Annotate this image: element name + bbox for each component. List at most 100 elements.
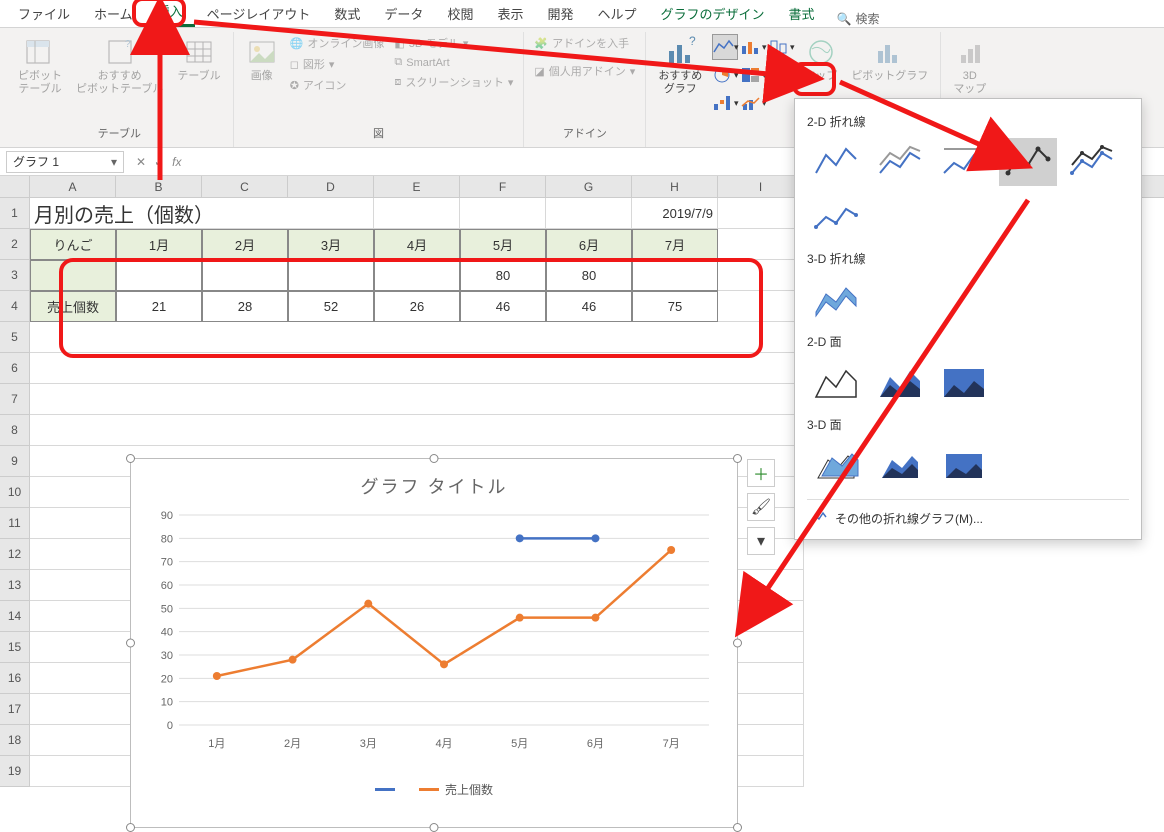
col-header[interactable]: A: [30, 176, 116, 197]
col-header[interactable]: I: [718, 176, 804, 197]
icons-button[interactable]: ✪アイコン: [288, 76, 387, 94]
pivotchart-button[interactable]: ピボットグラフ: [847, 34, 932, 85]
100stacked-line-markers-chart-type[interactable]: [807, 192, 865, 240]
row-header[interactable]: 9: [0, 446, 30, 477]
maps-button[interactable]: マップ: [800, 34, 841, 85]
screenshot-button[interactable]: ⧈スクリーンショット▾: [392, 73, 515, 91]
pivottable-button[interactable]: ピボット テーブル: [14, 34, 66, 98]
cell[interactable]: [30, 384, 804, 415]
cell[interactable]: 7月: [632, 229, 718, 260]
insert-line-chart-button[interactable]: ▾: [712, 34, 738, 60]
cell[interactable]: [718, 229, 804, 260]
cell-date[interactable]: 2019/7/9: [632, 198, 718, 229]
100stacked-line-chart-type[interactable]: [935, 138, 993, 186]
shapes-button[interactable]: ◻図形▾: [288, 55, 387, 73]
row-header[interactable]: 8: [0, 415, 30, 446]
cell[interactable]: 75: [632, 291, 718, 322]
row-header[interactable]: 14: [0, 601, 30, 632]
tab-help[interactable]: ヘルプ: [585, 0, 648, 27]
cell[interactable]: 4月: [374, 229, 460, 260]
insert-column-chart-button[interactable]: ▾: [740, 34, 766, 60]
cell[interactable]: [632, 260, 718, 291]
resize-handle[interactable]: [733, 454, 742, 463]
row-header[interactable]: 18: [0, 725, 30, 756]
insert-statistic-chart-button[interactable]: ▾: [768, 34, 794, 60]
cell[interactable]: 21: [116, 291, 202, 322]
row-header[interactable]: 6: [0, 353, 30, 384]
cell[interactable]: [718, 291, 804, 322]
row-header[interactable]: 12: [0, 539, 30, 570]
row-header[interactable]: 17: [0, 694, 30, 725]
line-markers-chart-type[interactable]: [999, 138, 1057, 186]
cell-title[interactable]: 月別の売上（個数）: [30, 198, 374, 229]
cell[interactable]: 26: [374, 291, 460, 322]
name-box[interactable]: グラフ 1 ▾: [6, 151, 124, 173]
cell[interactable]: [30, 415, 804, 446]
insert-scatter-chart-button[interactable]: ▾: [768, 62, 794, 88]
col-header[interactable]: C: [202, 176, 288, 197]
chart-legend[interactable]: 売上個数: [131, 775, 737, 804]
cell[interactable]: 1月: [116, 229, 202, 260]
col-header[interactable]: B: [116, 176, 202, 197]
chart-title[interactable]: グラフ タイトル: [131, 459, 737, 505]
tab-formulas[interactable]: 数式: [322, 0, 372, 27]
row-header[interactable]: 1: [0, 198, 30, 229]
tab-pagelayout[interactable]: ページレイアウト: [195, 0, 323, 27]
cell[interactable]: [374, 198, 460, 229]
chart-styles-button[interactable]: 🖌: [747, 493, 775, 521]
cancel-icon[interactable]: ✕: [136, 155, 146, 169]
recommended-charts-button[interactable]: ? おすすめ グラフ: [654, 34, 706, 98]
stacked-line-markers-chart-type[interactable]: [1063, 138, 1121, 186]
col-header[interactable]: F: [460, 176, 546, 197]
recommended-pivottable-button[interactable]: ? おすすめ ピボットテーブル: [72, 34, 167, 98]
tab-insert[interactable]: 挿入: [145, 0, 195, 27]
tab-view[interactable]: 表示: [485, 0, 535, 27]
cell[interactable]: 5月: [460, 229, 546, 260]
3d-100stacked-area-chart-type[interactable]: [935, 441, 993, 489]
enter-icon[interactable]: ✓: [154, 155, 164, 169]
cell[interactable]: [718, 198, 804, 229]
chart-elements-button[interactable]: ＋: [747, 459, 775, 487]
cell[interactable]: 46: [546, 291, 632, 322]
row-header[interactable]: 4: [0, 291, 30, 322]
area-chart-type[interactable]: [807, 358, 865, 406]
100stacked-area-chart-type[interactable]: [935, 358, 993, 406]
stacked-area-chart-type[interactable]: [871, 358, 929, 406]
cell[interactable]: [30, 353, 804, 384]
row-header[interactable]: 5: [0, 322, 30, 353]
insert-combo-chart-button[interactable]: ▾: [740, 90, 766, 116]
row-header[interactable]: 16: [0, 663, 30, 694]
stacked-line-chart-type[interactable]: [871, 138, 929, 186]
cell[interactable]: [288, 260, 374, 291]
cell[interactable]: りんご: [30, 229, 116, 260]
chart-object[interactable]: グラフ タイトル 01020304050607080901月2月3月4月5月6月…: [130, 458, 738, 828]
row-header[interactable]: 10: [0, 477, 30, 508]
cell[interactable]: [30, 260, 116, 291]
tab-developer[interactable]: 開発: [535, 0, 585, 27]
chart-plot-area[interactable]: 01020304050607080901月2月3月4月5月6月7月: [131, 505, 737, 775]
line-chart-type-1[interactable]: [807, 138, 865, 186]
cell[interactable]: 6月: [546, 229, 632, 260]
insert-pie-chart-button[interactable]: ▾: [712, 62, 738, 88]
col-header[interactable]: E: [374, 176, 460, 197]
row-header[interactable]: 15: [0, 632, 30, 663]
pictures-button[interactable]: 画像: [242, 34, 282, 85]
tab-data[interactable]: データ: [372, 0, 435, 27]
tab-review[interactable]: 校閲: [435, 0, 485, 27]
cell[interactable]: 46: [460, 291, 546, 322]
3d-stacked-area-chart-type[interactable]: [871, 441, 929, 489]
fx-icon[interactable]: fx: [172, 155, 181, 169]
3dmodels-button[interactable]: ◧3D モデル▾: [392, 34, 515, 52]
col-header[interactable]: D: [288, 176, 374, 197]
cell[interactable]: 80: [546, 260, 632, 291]
cell[interactable]: [374, 260, 460, 291]
cell[interactable]: [202, 260, 288, 291]
more-line-charts-button[interactable]: その他の折れ線グラフ(M)...: [807, 499, 1129, 535]
row-header[interactable]: 11: [0, 508, 30, 539]
3d-line-chart-type[interactable]: [807, 275, 865, 323]
cell[interactable]: [546, 198, 632, 229]
cell[interactable]: 52: [288, 291, 374, 322]
cell[interactable]: 2月: [202, 229, 288, 260]
get-addins-button[interactable]: 🧩アドインを入手: [532, 34, 637, 52]
col-header[interactable]: H: [632, 176, 718, 197]
